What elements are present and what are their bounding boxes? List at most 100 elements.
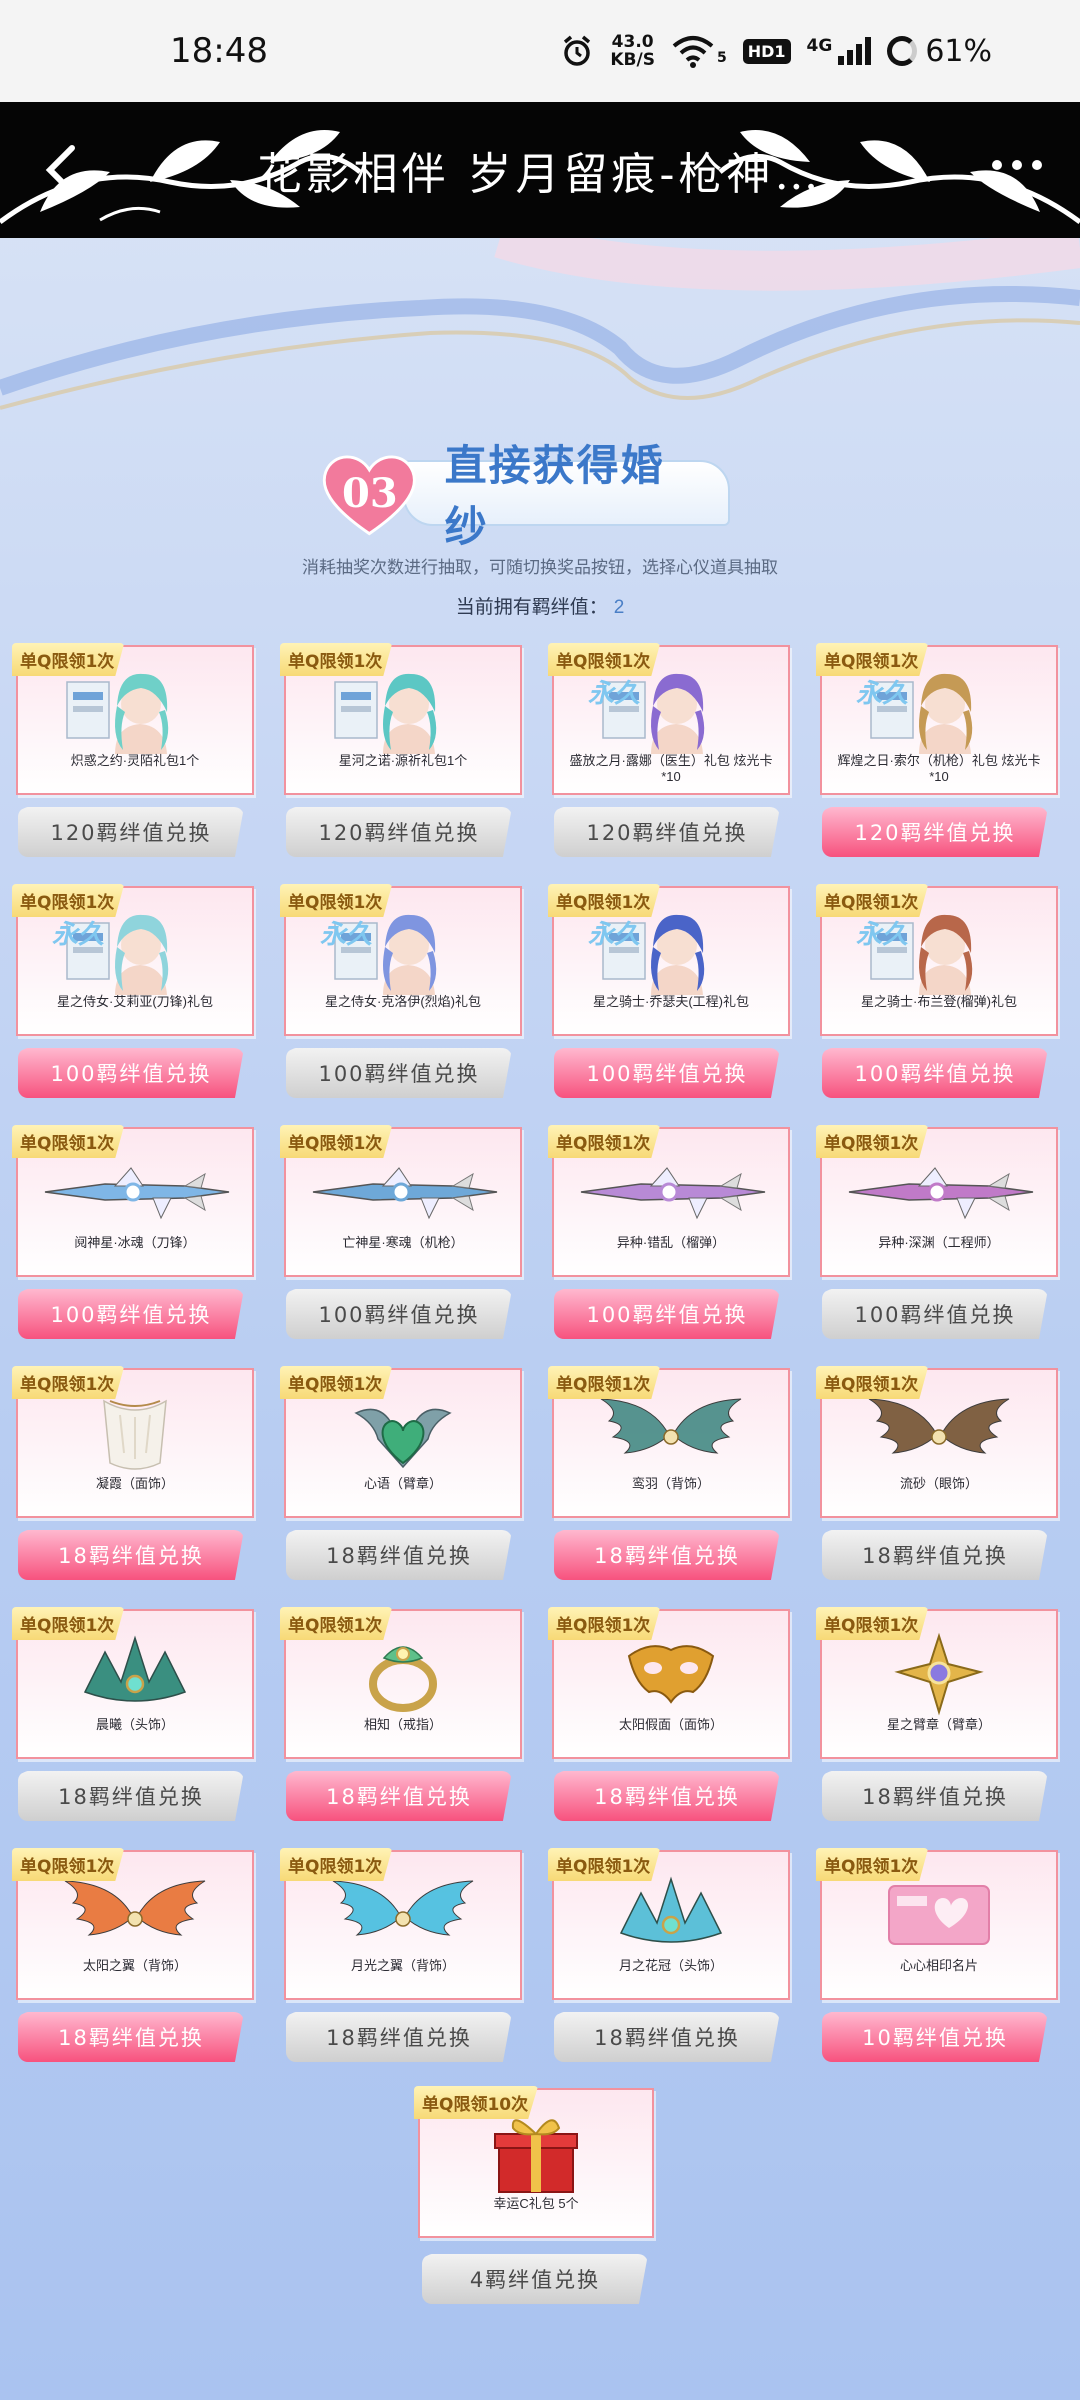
- portrait-image-icon: 永久: [822, 906, 1056, 996]
- limit-tag: 单Q限领1次: [816, 884, 929, 917]
- reward-item: 单Q限领1次 太阳假面（面饰） 18羁绊值兑换: [548, 1604, 803, 1845]
- redeem-button[interactable]: 120羁绊值兑换: [822, 807, 1048, 857]
- reward-card: 单Q限领1次 永久 星之骑士·乔瑟夫(工程)礼包: [548, 884, 790, 1036]
- gift-box-icon: [420, 2108, 652, 2198]
- mask-image-icon: [554, 1629, 788, 1719]
- reward-item: 单Q限领1次 心语（臂章） 18羁绊值兑换: [280, 1363, 535, 1604]
- permanent-badge: 永久: [320, 919, 373, 949]
- reward-card: 单Q限领1次 凝霞（面饰）: [12, 1366, 254, 1518]
- reward-card: 单Q限领1次 永久辉煌之日·索尔（机枪）礼包 炫光卡*10: [816, 643, 1058, 795]
- veil-image-icon: [18, 1388, 252, 1478]
- limit-tag: 单Q限领1次: [816, 1848, 929, 1881]
- limit-tag: 单Q限领10次: [414, 2086, 539, 2119]
- reward-item: 单Q限领1次 鸾羽（背饰） 18羁绊值兑换: [548, 1363, 803, 1604]
- reward-card: 单Q限领1次 异种·深渊（工程师）: [816, 1125, 1058, 1277]
- portrait-image-icon: [18, 665, 252, 755]
- reward-item: 单Q限领1次 月之花冠（头饰） 18羁绊值兑换: [548, 1845, 803, 2086]
- redeem-button[interactable]: 18羁绊值兑换: [286, 1530, 512, 1580]
- limit-tag: 单Q限领1次: [12, 1366, 125, 1399]
- limit-tag: 单Q限领1次: [280, 1366, 393, 1399]
- redeem-button[interactable]: 18羁绊值兑换: [554, 1771, 780, 1821]
- wifi-icon: [672, 36, 714, 68]
- reward-name: 太阳之翼（背饰）: [82, 1958, 187, 1973]
- redeem-button[interactable]: 18羁绊值兑换: [554, 2012, 780, 2062]
- reward-name: 阋神星·冰魂（刀锋）: [74, 1235, 196, 1250]
- reward-name: 星河之诺·源祈礼包1个: [338, 753, 468, 768]
- limit-tag: 单Q限领1次: [816, 643, 929, 676]
- redeem-button[interactable]: 100羁绊值兑换: [822, 1289, 1048, 1339]
- card-image-icon: [822, 1870, 1056, 1960]
- permanent-badge: 永久: [856, 678, 909, 708]
- limit-tag: 单Q限领1次: [548, 1125, 661, 1158]
- reward-card: 单Q限领1次 心语（臂章）: [280, 1366, 522, 1518]
- redeem-button[interactable]: 18羁绊值兑换: [822, 1771, 1048, 1821]
- reward-card: 单Q限领1次 鸾羽（背饰）: [548, 1366, 790, 1518]
- status-time: 18:48: [170, 31, 268, 71]
- wings-image-icon: [554, 1388, 788, 1478]
- reward-name: 流砂（眼饰）: [899, 1476, 978, 1491]
- reward-item: 单Q限领1次 凝霞（面饰） 18羁绊值兑换: [12, 1363, 267, 1604]
- reward-item: 单Q限领1次 心心相印名片 10羁绊值兑换: [816, 1845, 1071, 2086]
- portrait-image-icon: 永久: [554, 906, 788, 996]
- redeem-button[interactable]: 100羁绊值兑换: [554, 1289, 780, 1339]
- redeem-button[interactable]: 100羁绊值兑换: [822, 1048, 1048, 1098]
- reward-card: 单Q限领10次 幸运C礼包 5个: [414, 2086, 654, 2238]
- redeem-button[interactable]: 100羁绊值兑换: [286, 1289, 512, 1339]
- limit-tag: 单Q限领1次: [280, 884, 393, 917]
- reward-name: 亡神星·寒魂（机枪）: [342, 1235, 464, 1250]
- redeem-button[interactable]: 120羁绊值兑换: [286, 807, 512, 857]
- redeem-button[interactable]: 100羁绊值兑换: [286, 1048, 512, 1098]
- reward-item: 单Q限领1次 晨曦（头饰） 18羁绊值兑换: [12, 1604, 267, 1845]
- redeem-button[interactable]: 18羁绊值兑换: [286, 2012, 512, 2062]
- star-image-icon: [822, 1629, 1056, 1719]
- hd-badge: HD1: [742, 38, 791, 64]
- reward-item: 单Q限领1次 太阳之翼（背饰） 18羁绊值兑换: [12, 1845, 267, 2086]
- redeem-button[interactable]: 4羁绊值兑换: [422, 2254, 648, 2304]
- redeem-button[interactable]: 100羁绊值兑换: [554, 1048, 780, 1098]
- redeem-button[interactable]: 18羁绊值兑换: [286, 1771, 512, 1821]
- portrait-image-icon: 永久: [822, 665, 1056, 755]
- reward-card: 单Q限领1次 异种·错乱（榴弹）: [548, 1125, 790, 1277]
- reward-card: 单Q限领1次 永久 星之骑士·布兰登(榴弹)礼包: [816, 884, 1058, 1036]
- reward-name: 星之骑士·布兰登(榴弹)礼包: [861, 994, 1017, 1009]
- reward-name: 幸运C礼包 5个: [493, 2196, 579, 2211]
- reward-card: 单Q限领1次 太阳之翼（背饰）: [12, 1848, 254, 2000]
- crown-image-icon: [18, 1629, 252, 1719]
- redeem-button[interactable]: 100羁绊值兑换: [18, 1048, 244, 1098]
- redeem-button[interactable]: 100羁绊值兑换: [18, 1289, 244, 1339]
- permanent-badge: 永久: [588, 678, 641, 708]
- reward-name: 星之臂章（臂章）: [886, 1717, 991, 1732]
- bond-value: 2: [613, 597, 625, 618]
- weapon-image-icon: [286, 1147, 520, 1237]
- redeem-button[interactable]: 18羁绊值兑换: [18, 2012, 244, 2062]
- redeem-button[interactable]: 120羁绊值兑换: [554, 807, 780, 857]
- portrait-image-icon: 永久: [18, 906, 252, 996]
- weapon-image-icon: [822, 1147, 1056, 1237]
- back-arrow-icon[interactable]: [42, 142, 82, 198]
- redeem-button[interactable]: 10羁绊值兑换: [822, 2012, 1048, 2062]
- alarm-icon: [564, 35, 591, 66]
- redeem-button[interactable]: 18羁绊值兑换: [18, 1771, 244, 1821]
- redeem-button[interactable]: 120羁绊值兑换: [18, 807, 244, 857]
- bond-label: 当前拥有羁绊值：: [455, 597, 608, 618]
- reward-name: 凝霞（面饰）: [95, 1476, 174, 1491]
- reward-item: 单Q限领1次 星之臂章（臂章） 18羁绊值兑换: [816, 1604, 1071, 1845]
- wings-image-icon: [18, 1870, 252, 1960]
- redeem-button[interactable]: 18羁绊值兑换: [18, 1530, 244, 1580]
- bond-value-row: 当前拥有羁绊值： 2: [0, 592, 1080, 619]
- section-number: 03: [342, 470, 398, 517]
- limit-tag: 单Q限领1次: [280, 643, 393, 676]
- net-speed: 43.0 KB/S: [610, 33, 655, 69]
- reward-name: 异种·错乱（榴弹）: [616, 1235, 726, 1250]
- permanent-badge: 永久: [588, 919, 641, 949]
- redeem-button[interactable]: 18羁绊值兑换: [822, 1530, 1048, 1580]
- more-menu-icon[interactable]: [992, 160, 1042, 170]
- redeem-button[interactable]: 18羁绊值兑换: [554, 1530, 780, 1580]
- reward-item: 单Q限领1次 流砂（眼饰） 18羁绊值兑换: [816, 1363, 1071, 1604]
- limit-tag: 单Q限领1次: [548, 884, 661, 917]
- portrait-image-icon: 永久: [286, 906, 520, 996]
- reward-name: 异种·深渊（工程师）: [878, 1235, 1000, 1250]
- reward-name: 辉煌之日·索尔（机枪）礼包 炫光卡*10: [837, 753, 1041, 784]
- weapon-image-icon: [554, 1147, 788, 1237]
- limit-tag: 单Q限领1次: [816, 1607, 929, 1640]
